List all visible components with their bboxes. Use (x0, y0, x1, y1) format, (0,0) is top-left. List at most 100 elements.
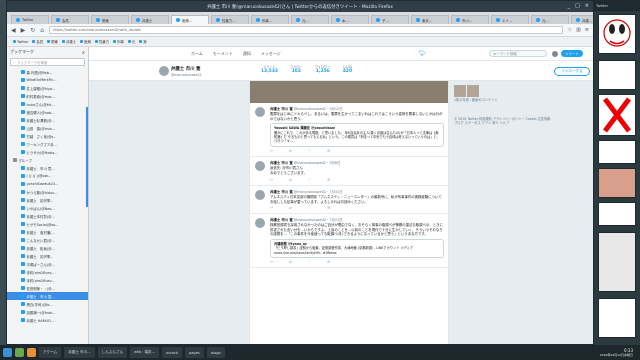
browser-tab[interactable]: エイ… (491, 15, 529, 24)
sidebar-bookmark[interactable]: 加藤潮一(@hrok... (7, 308, 88, 316)
bookmark-item[interactable]: 医療 (80, 39, 91, 44)
sidebar-bookmark[interactable]: 打越 さく良(@s... (7, 132, 88, 140)
nav-messages[interactable]: メッセージ (261, 51, 281, 57)
media-thumbnail[interactable] (454, 85, 466, 97)
sidebar-bookmark[interactable]: 渡辺輝人(@nab... (7, 108, 88, 116)
tweet-date[interactable]: 7月21日 (329, 218, 342, 222)
sidebar-bookmark[interactable]: 森 玲語(@Rob... (7, 68, 88, 76)
taskbar-window-button[interactable]: octock (162, 347, 182, 358)
tweet-button[interactable]: ツイート (561, 50, 583, 57)
sidebar-bookmark[interactable]: 平塚ぱーさん(@... (7, 260, 88, 268)
browser-tab[interactable]: 医療… (171, 15, 209, 24)
profile-name[interactable]: 弁護士 市川 寛 (171, 66, 200, 72)
browser-tab[interactable]: 刑事… (251, 15, 289, 24)
taskbar-clock[interactable]: 0:33 2018年09月12日水曜日 (600, 348, 637, 358)
menu-icon[interactable]: ≡ (585, 27, 589, 33)
window-preview-a[interactable] (598, 60, 636, 90)
reply-icon[interactable]: ↩ (270, 149, 273, 153)
nav-moments[interactable]: モーメント (213, 51, 233, 57)
reload-icon[interactable]: ↻ (30, 27, 35, 34)
close-x-preview[interactable] (598, 94, 636, 136)
tweet-avatar[interactable] (255, 107, 265, 117)
home-icon[interactable]: ⌂ (40, 27, 44, 34)
browser-tab[interactable]: 性暴力… (211, 15, 249, 24)
sidebar-bookmark[interactable]: 佐田明美・・(@... (7, 284, 88, 292)
browser-tab[interactable]: Twitter (11, 15, 49, 24)
quoted-tweet[interactable]: 弁護新聞 @tyano_ay 「ビラ押し調書」証拠から破棄、証拠調査作成、大津地裁… (270, 238, 444, 259)
media-thumbnail[interactable] (467, 85, 479, 97)
bookmark-star-icon[interactable]: ☆ (568, 27, 572, 33)
profile-stat[interactable]: いいね 420 (343, 64, 353, 74)
twitter-search-input[interactable]: キーワード検索 (489, 50, 547, 57)
sidebar-bookmark[interactable]: 弁護士杉澤蒼(@... (7, 116, 88, 124)
sidebar-folder[interactable]: グループ (7, 156, 88, 164)
reply-icon[interactable]: ↩ (270, 178, 273, 182)
sidebar-bookmark[interactable]: trukeさん(@trk... (7, 100, 88, 108)
sidebar-bookmark[interactable]: 弁護士 初沢季... (7, 196, 88, 204)
message-icon[interactable]: ✉ (327, 206, 330, 210)
sidebar-bookmark[interactable]: 弁護士 奥村徹(... (7, 228, 88, 236)
like-icon[interactable]: ♡ (308, 149, 311, 153)
sidebar-bookmark[interactable]: 弁護士 松坂(@... (7, 244, 88, 252)
message-icon[interactable]: ✉ (327, 178, 330, 182)
tweet-card[interactable]: 弁護士 市川 寛 @marucokusaze42 · 7月21日 検察官調書も採用… (250, 214, 448, 269)
retweet-icon[interactable]: ⇄ (289, 178, 292, 182)
sidebar-bookmark[interactable]: ワーキングプア弁... (7, 140, 88, 148)
bookmark-item[interactable]: 実 (139, 39, 147, 44)
bookmark-item[interactable]: 弁護士 (61, 39, 76, 44)
retweet-icon[interactable]: ⇄ (289, 149, 292, 153)
nav-home[interactable]: ホーム (191, 51, 203, 57)
bookmark-item[interactable]: 会員 (32, 39, 43, 44)
bookmark-item[interactable]: 刑事 (113, 39, 124, 44)
media-label[interactable]: 1枚の写真・動画のコンテンツ (454, 98, 554, 102)
message-icon[interactable]: ✉ (327, 149, 330, 153)
account-avatar[interactable] (552, 50, 558, 57)
taskbar-window-button[interactable]: 弁護士 市川... (64, 347, 95, 358)
browser-tab[interactable]: 元… (531, 15, 569, 24)
tweet-date[interactable]: 7月31日 (329, 190, 342, 194)
sidebar-bookmark[interactable]: かつら藤(@hiduu... (7, 188, 88, 196)
profile-stat[interactable]: フォロー 102 (290, 64, 303, 74)
reply-to[interactable]: 返信先: @市川寛さん (270, 166, 444, 171)
sidebar-bookmark[interactable]: ヒラサカ(@Hosts... (7, 148, 88, 156)
profile-stat[interactable]: フォロワー 1,256 (315, 64, 331, 74)
twitter-bird-icon[interactable]: 🐦︎ (419, 50, 427, 57)
bookmark-search-input[interactable]: ⌕ ブックマークを検索 (10, 58, 85, 66)
like-icon[interactable]: ♡ (308, 178, 311, 182)
url-bar[interactable]: https://twitter.com/marucokusaze42/with_… (49, 26, 563, 34)
sidebar-bookmark[interactable]: 寺町(aim2fluev... (7, 268, 88, 276)
firefox-icon[interactable] (27, 348, 36, 357)
browser-tab[interactable]: 弁護士 (131, 15, 169, 24)
sidebar-bookmark[interactable]: いやぱん(@Neo... (7, 204, 88, 212)
browser-tab[interactable]: 子… (371, 15, 409, 24)
tweet-date[interactable]: 9月8日 (329, 161, 340, 165)
retweet-icon[interactable]: ⇄ (289, 260, 292, 264)
quoted-tweet[interactable]: Yasushi SAWA 澤藤宏 @yasuchisaw 確かにこれで、これがある… (270, 123, 444, 147)
bookmark-item[interactable]: 性暴力 (94, 39, 109, 44)
taskbar-window-button[interactable]: アクーム (39, 347, 62, 358)
like-icon[interactable]: ♡ (308, 260, 311, 264)
tweet-author[interactable]: 弁護士 市川 寛 (270, 107, 293, 111)
sidebar-bookmark[interactable]: 井上康樹(@hiyo... (7, 84, 88, 92)
sidebar-bookmark[interactable]: ヒサモSocial(@so... (7, 220, 88, 228)
message-icon[interactable]: ✉ (327, 260, 330, 264)
window-preview-b[interactable] (598, 140, 636, 164)
tweet-author[interactable]: 弁護士 市川 寛 (270, 190, 293, 194)
sidebar-bookmark[interactable]: 山田 善(@risin... (7, 124, 88, 132)
sidebar-bookmark[interactable]: 寺町(aim2fluev... (7, 276, 88, 284)
profile-avatar[interactable] (159, 66, 169, 76)
sidebar-close-icon[interactable]: × (82, 50, 85, 55)
window-preview-c[interactable] (598, 168, 636, 198)
tweet-card[interactable]: 弁護士 市川 寛 @marucokusaze42 · 9月8日 返信先: @市川寛… (250, 157, 448, 186)
window-preview-e[interactable] (598, 232, 636, 292)
window-preview-d[interactable] (598, 202, 636, 226)
follow-button[interactable]: フォローする (554, 67, 590, 76)
taskbar-window-button[interactable]: しんぶんさん (97, 347, 128, 358)
minimize-button[interactable]: _ (568, 3, 571, 9)
sidebar-bookmark[interactable]: こんなせい君(@... (7, 236, 88, 244)
sidebar-bookmark[interactable]: 弁護士 市川 寛... (7, 164, 88, 172)
window-preview-f[interactable] (598, 298, 636, 338)
bookmark-item[interactable]: 元 (127, 39, 135, 44)
sidebar-bookmark[interactable]: 黒白(羊司)(@o... (7, 300, 88, 308)
reply-icon[interactable]: ↩ (270, 206, 273, 210)
